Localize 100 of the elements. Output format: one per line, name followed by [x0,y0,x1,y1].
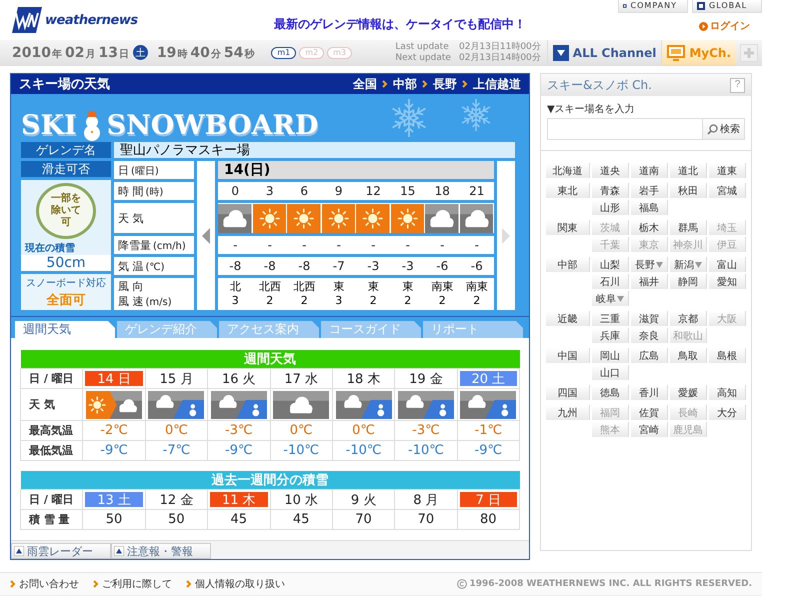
temperature-cell: -9℃ [82,440,146,460]
resort-name: 聖山パノラマスキー場 [114,142,515,158]
prefecture-button[interactable]: 道央 [592,163,629,178]
prefecture-button[interactable]: 奈良 [631,328,668,343]
prefecture-button[interactable]: 山梨 [592,257,629,272]
prefecture-button[interactable]: 京都 [670,311,707,326]
bottom-tab[interactable]: 雨雲レーダー [11,543,111,559]
prefecture-button[interactable]: 島根 [709,348,746,363]
breadcrumb-link[interactable]: 全国 [353,76,377,92]
snowfall-cell: - [390,236,425,254]
mode-button[interactable]: m1 [271,46,296,58]
row-label: 日 / 曜日 [20,368,83,388]
channel-button[interactable]: ALL Channel [546,40,662,65]
prefecture-button[interactable]: 石川 [592,274,629,289]
region-button[interactable]: 九州 [546,405,590,420]
snowfall-cell: - [425,236,460,254]
wind-direction: 東 [402,280,414,294]
prefecture-button[interactable]: 兵庫 [592,328,629,343]
update-time: 02月13日14時00分 [458,52,541,64]
prefecture-button[interactable]: 宮城 [709,183,746,198]
sun-icon [252,204,286,232]
footer-link[interactable]: 個人情報の取り扱い [186,577,285,591]
breadcrumb-link[interactable]: 上信越道 [473,76,521,92]
prefecture-button[interactable]: 滋賀 [631,311,668,326]
prefecture-button[interactable]: 愛知 [709,274,746,289]
prefecture-button[interactable]: 山口 [592,365,629,380]
prefecture-button[interactable]: 長野 [631,257,668,272]
prefecture-button[interactable]: 道北 [670,163,707,178]
prefecture-button[interactable]: 宮崎 [631,422,668,437]
tab[interactable]: 週間天気 [15,321,115,338]
temperature-cell: -6 [460,257,494,275]
region-button[interactable]: 東北 [546,183,590,198]
footer-link[interactable]: ご利用に際して [93,577,172,591]
day-cell: 19 金 [394,368,458,388]
wind-direction: 北 [230,280,241,294]
sun-cloud-icon [86,390,142,418]
add-button[interactable] [740,44,758,62]
cloud-snowman-icon [148,390,204,418]
wind-speed: 2 [404,294,412,308]
prefecture-button[interactable]: 高知 [709,385,746,400]
prefecture-button[interactable]: 新潟 [670,257,707,272]
prefecture-button[interactable]: 鳥取 [670,348,707,363]
prefecture-button[interactable]: 岐阜 [592,291,629,306]
chevron-icon [382,80,388,88]
update-label: Last update [395,42,450,52]
right-arrow-icon[interactable] [502,228,510,244]
prefecture-button[interactable]: 徳島 [592,385,629,400]
snow-depth-cell: 80 [457,510,520,530]
wind-speed: 3 [232,294,239,308]
temperature-cell: -1℃ [457,420,520,440]
prefecture-button[interactable]: 山形 [592,200,629,215]
prefecture-button[interactable]: 静岡 [670,274,707,289]
region-button[interactable]: 近畿 [546,311,590,326]
header-link[interactable]: GLOBAL [692,0,762,13]
footer-link[interactable]: お問い合わせ [10,577,79,591]
prefecture-button[interactable]: 岡山 [592,348,629,363]
breadcrumb-link[interactable]: 中部 [393,76,417,92]
temperature-cell: -7℃ [145,440,208,460]
prefecture-button[interactable]: 三重 [592,311,629,326]
prefecture-button[interactable]: 富山 [709,257,746,272]
prefecture-button[interactable]: 佐賀 [631,405,668,420]
region-button[interactable]: 中部 [546,257,590,272]
prefecture-button[interactable]: 福島 [631,200,668,215]
prefecture-button[interactable]: 秋田 [670,183,707,198]
wind-speed: 2 [370,294,377,308]
region-button[interactable]: 四国 [546,385,590,400]
header-link[interactable]: COMPANY [618,0,688,13]
square-icon [623,2,627,10]
status-badge: 一部を除いて可 [36,183,96,239]
prefecture-button[interactable]: 栃木 [631,220,668,235]
region-button[interactable]: 関東 [546,220,590,235]
region-button[interactable]: 中国 [546,348,590,363]
promo-banner[interactable]: 最新のゲレンデ情報は、ケータイでも配信中！ [274,16,526,32]
chevron-icon [10,580,16,588]
prefecture-button[interactable]: 広島 [631,348,668,363]
caret-icon [552,44,569,60]
row-label: 日 (曜日) [114,161,194,179]
prefecture-button[interactable]: 岩手 [631,183,668,198]
hour-cell: 6 [287,182,322,200]
prefecture-button[interactable]: 群馬 [670,220,707,235]
breadcrumb-link[interactable]: 長野 [433,76,457,92]
prefecture-button[interactable]: 青森 [592,183,629,198]
region-button[interactable]: 北海道 [546,163,590,178]
bottom-tab[interactable]: 注意報・警報 [111,543,211,559]
prefecture-button[interactable]: 愛媛 [670,385,707,400]
prefecture-button[interactable]: 大分 [709,405,746,420]
left-arrow-icon[interactable] [202,228,210,244]
wind-speed: 3 [335,294,342,308]
snowflake-icon [459,98,493,132]
prefecture-button[interactable]: 道南 [631,163,668,178]
sun-icon [390,204,424,232]
prefecture-button[interactable]: 香川 [631,385,668,400]
day-cell: 9 火 [332,490,395,510]
update-time: 02月13日11時00分 [458,42,541,52]
logo-text: weathernews [45,12,138,28]
cloud-snowman-icon [460,390,516,418]
day-cell: 13 土 [82,490,146,510]
prefecture-button[interactable]: 福井 [631,274,668,289]
prefecture-button[interactable]: 道東 [709,163,746,178]
snow-depth-cell: 50 [145,510,208,530]
